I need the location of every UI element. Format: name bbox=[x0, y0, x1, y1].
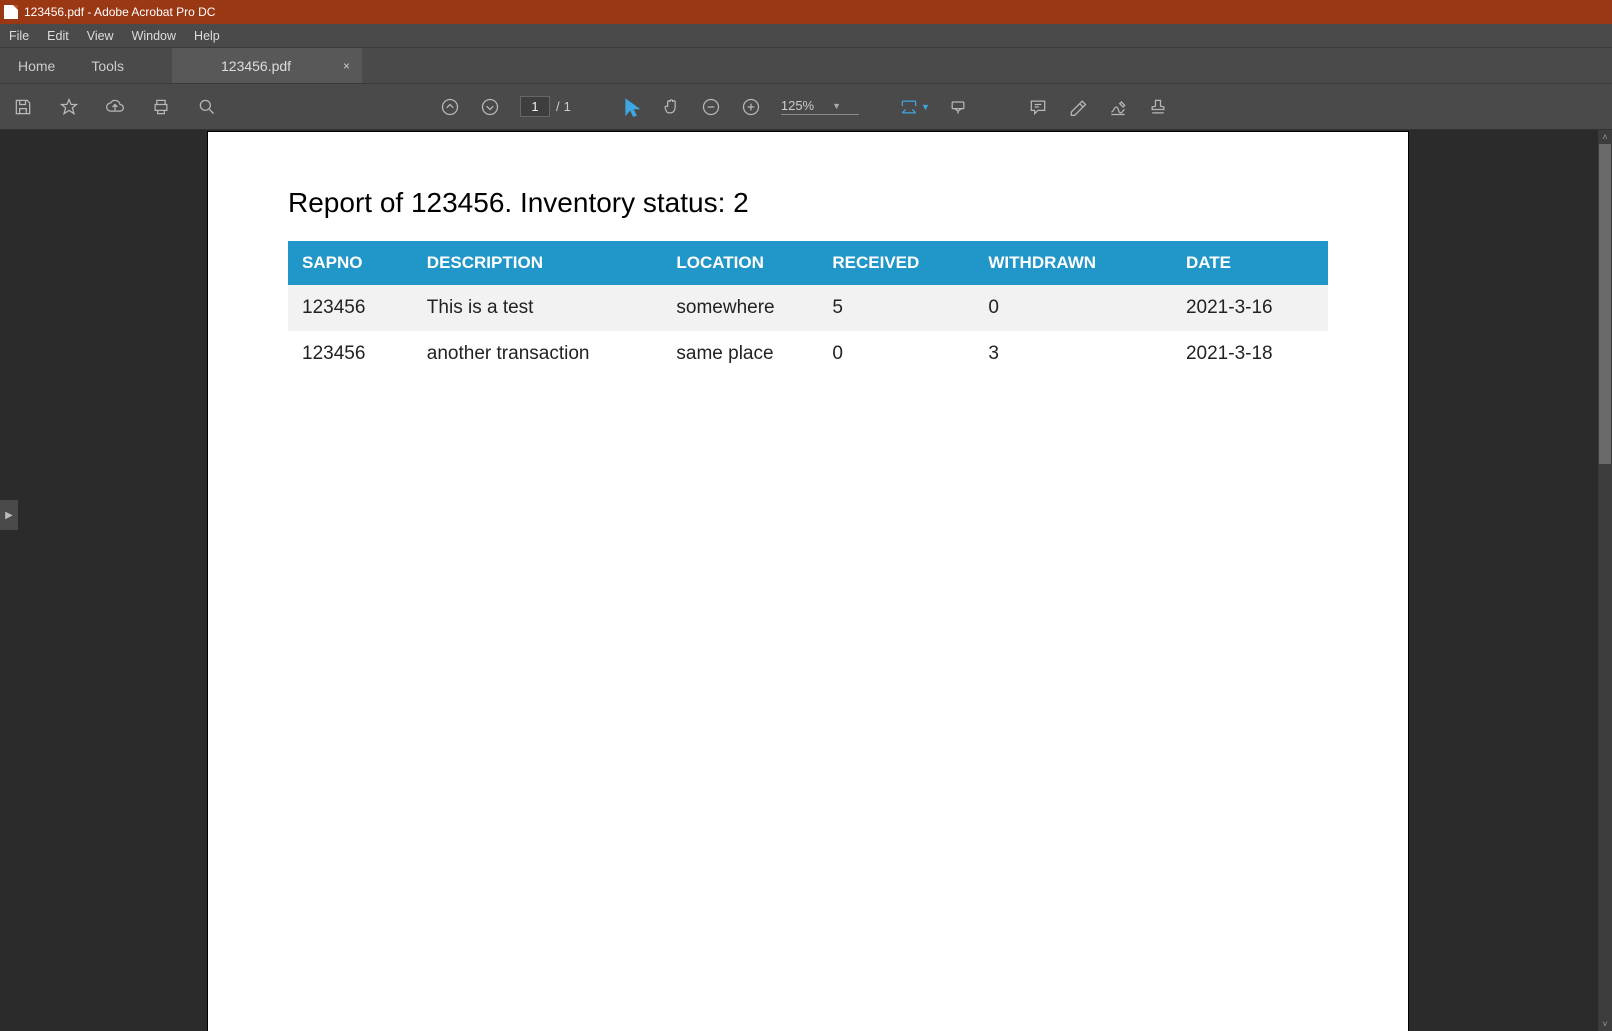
cell-date: 2021-3-16 bbox=[1172, 285, 1328, 331]
search-icon[interactable] bbox=[184, 84, 230, 130]
tabbar: Home Tools 123456.pdf × bbox=[0, 48, 1612, 84]
fit-chevron-icon[interactable]: ▼ bbox=[921, 102, 930, 112]
cell-received: 0 bbox=[818, 331, 974, 377]
star-icon[interactable] bbox=[46, 84, 92, 130]
zoom-out-icon[interactable] bbox=[691, 84, 731, 130]
zoom-value: 125% bbox=[781, 98, 832, 113]
page-down-icon[interactable] bbox=[470, 84, 510, 130]
table-header-row: SAPNO DESCRIPTION LOCATION RECEIVED WITH… bbox=[288, 241, 1328, 285]
cell-location: somewhere bbox=[662, 285, 818, 331]
window-title: 123456.pdf - Adobe Acrobat Pro DC bbox=[24, 5, 215, 19]
th-location: LOCATION bbox=[662, 241, 818, 285]
th-description: DESCRIPTION bbox=[413, 241, 663, 285]
sign-icon[interactable] bbox=[1098, 84, 1138, 130]
tab-document[interactable]: 123456.pdf × bbox=[172, 48, 362, 83]
read-mode-icon[interactable] bbox=[938, 84, 978, 130]
cell-received: 5 bbox=[818, 285, 974, 331]
menu-view[interactable]: View bbox=[78, 29, 123, 43]
stamp-icon[interactable] bbox=[1138, 84, 1178, 130]
tab-home[interactable]: Home bbox=[0, 48, 73, 83]
selection-cursor-icon[interactable] bbox=[611, 84, 651, 130]
cell-withdrawn: 3 bbox=[974, 331, 1172, 377]
menu-window[interactable]: Window bbox=[123, 29, 185, 43]
cell-description: another transaction bbox=[413, 331, 663, 377]
tab-tools-label: Tools bbox=[91, 58, 124, 74]
page-sep: / bbox=[556, 99, 560, 114]
close-icon[interactable]: × bbox=[343, 59, 350, 73]
sidebar-expand-toggle[interactable]: ▶ bbox=[0, 500, 18, 530]
menu-edit[interactable]: Edit bbox=[38, 29, 78, 43]
hand-pan-icon[interactable] bbox=[651, 84, 691, 130]
vertical-scrollbar[interactable]: ˄ ˅ bbox=[1598, 130, 1612, 1031]
app-icon bbox=[4, 5, 18, 19]
page-current-input[interactable] bbox=[520, 96, 550, 117]
titlebar: 123456.pdf - Adobe Acrobat Pro DC bbox=[0, 0, 1612, 24]
report-table: SAPNO DESCRIPTION LOCATION RECEIVED WITH… bbox=[288, 241, 1328, 377]
pdf-page: Report of 123456. Inventory status: 2 SA… bbox=[208, 132, 1408, 1031]
table-row: 123456 another transaction same place 0 … bbox=[288, 331, 1328, 377]
save-icon[interactable] bbox=[0, 84, 46, 130]
chevron-right-icon: ▶ bbox=[5, 510, 13, 521]
tab-home-label: Home bbox=[18, 58, 55, 74]
th-received: RECEIVED bbox=[818, 241, 974, 285]
zoom-level[interactable]: 125% ▼ bbox=[781, 98, 859, 115]
table-row: 123456 This is a test somewhere 5 0 2021… bbox=[288, 285, 1328, 331]
toolbar: / 1 125% ▼ ▼ bbox=[0, 84, 1612, 130]
th-sapno: SAPNO bbox=[288, 241, 413, 285]
print-icon[interactable] bbox=[138, 84, 184, 130]
tab-tools[interactable]: Tools bbox=[73, 48, 142, 83]
cell-withdrawn: 0 bbox=[974, 285, 1172, 331]
report-title: Report of 123456. Inventory status: 2 bbox=[288, 187, 1328, 219]
menubar: File Edit View Window Help bbox=[0, 24, 1612, 48]
cell-location: same place bbox=[662, 331, 818, 377]
cloud-upload-icon[interactable] bbox=[92, 84, 138, 130]
scroll-thumb[interactable] bbox=[1599, 144, 1611, 464]
scroll-up-arrow-icon[interactable]: ˄ bbox=[1598, 130, 1612, 144]
menu-file[interactable]: File bbox=[0, 29, 38, 43]
page-up-icon[interactable] bbox=[430, 84, 470, 130]
highlight-icon[interactable] bbox=[1058, 84, 1098, 130]
scroll-track[interactable] bbox=[1598, 144, 1612, 1017]
cell-date: 2021-3-18 bbox=[1172, 331, 1328, 377]
cell-description: This is a test bbox=[413, 285, 663, 331]
chevron-down-icon: ▼ bbox=[832, 101, 859, 111]
th-date: DATE bbox=[1172, 241, 1328, 285]
page-total: 1 bbox=[564, 99, 571, 114]
page-indicator: / 1 bbox=[520, 96, 571, 117]
scroll-down-arrow-icon[interactable]: ˅ bbox=[1598, 1017, 1612, 1031]
cell-sapno: 123456 bbox=[288, 331, 413, 377]
menu-help[interactable]: Help bbox=[185, 29, 229, 43]
th-withdrawn: WITHDRAWN bbox=[974, 241, 1172, 285]
cell-sapno: 123456 bbox=[288, 285, 413, 331]
comment-icon[interactable] bbox=[1018, 84, 1058, 130]
document-area: Report of 123456. Inventory status: 2 SA… bbox=[18, 130, 1598, 1031]
tab-document-label: 123456.pdf bbox=[221, 58, 291, 74]
zoom-in-icon[interactable] bbox=[731, 84, 771, 130]
